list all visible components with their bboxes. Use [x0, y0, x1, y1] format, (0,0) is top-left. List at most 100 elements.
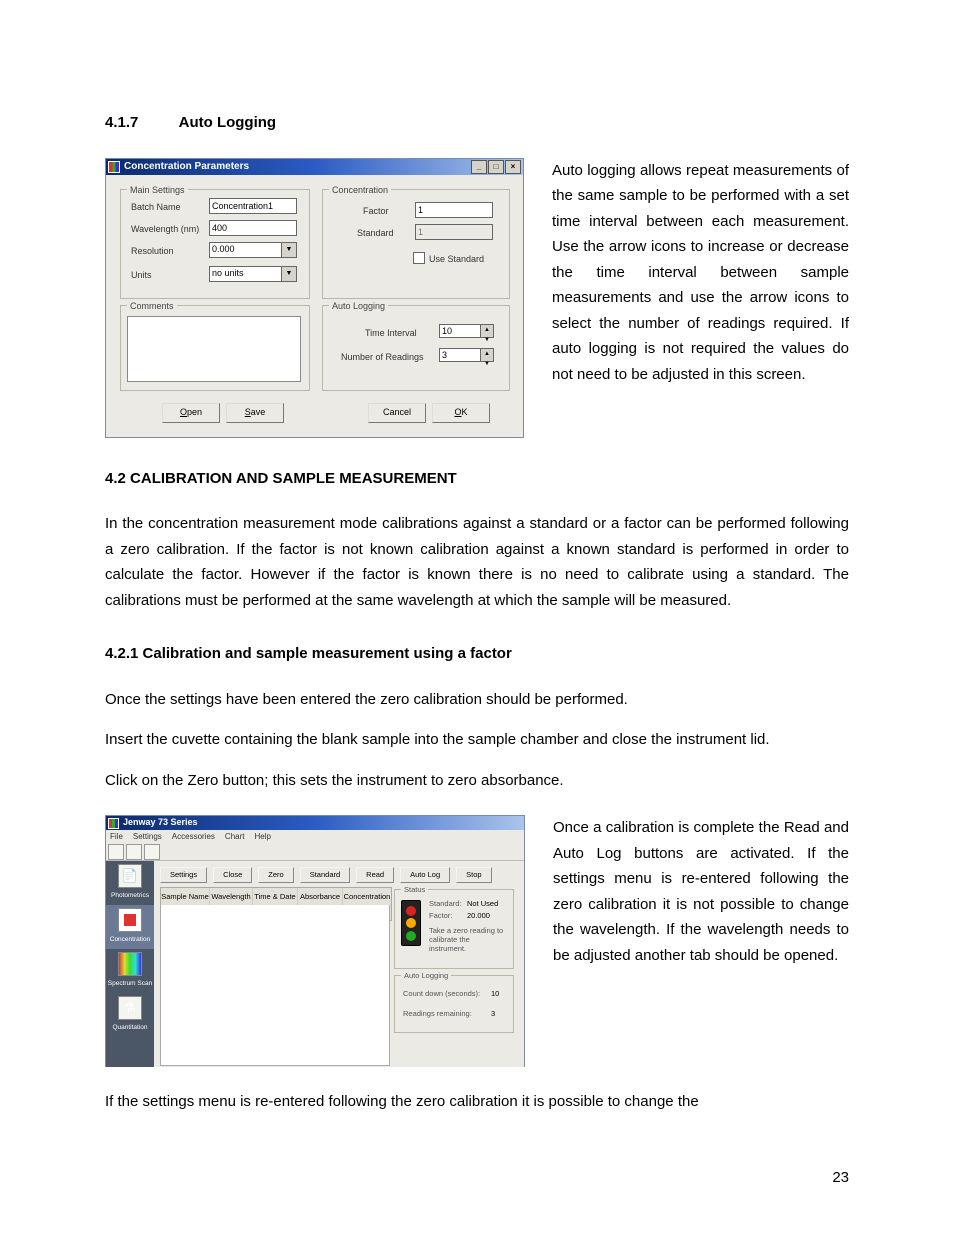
photometrics-icon: 📄 [118, 864, 142, 888]
heading-num: 4.2.1 [105, 645, 138, 662]
wavelength-input[interactable] [209, 220, 297, 236]
group-title: Auto Logging [401, 970, 451, 983]
paragraph: Click on the Zero button; this sets the … [105, 768, 849, 794]
auto-logging-group: Auto Logging Time Interval ▲▼ Number of … [322, 305, 510, 391]
read-button[interactable]: Read [356, 867, 394, 883]
toolbar-icon-1[interactable] [108, 844, 124, 860]
heading-4-2: 4.2 CALIBRATION AND SAMPLE MEASUREMENT [105, 466, 849, 492]
spinner-down-icon[interactable]: ▼ [481, 335, 493, 345]
sidebar-photometrics[interactable]: 📄 Photometrics [106, 861, 154, 905]
spinner-down-icon[interactable]: ▼ [481, 359, 493, 369]
batch-name-input[interactable] [209, 198, 297, 214]
standard-input[interactable] [415, 224, 493, 240]
toolbar-icon-2[interactable] [126, 844, 142, 860]
readings-remaining-value: 3 [491, 1008, 495, 1021]
paragraph: Once the settings have been entered the … [105, 687, 849, 713]
main-settings-group: Main Settings Batch Name Wavelength (nm)… [120, 189, 310, 299]
cancel-button[interactable]: Cancel [368, 403, 426, 423]
page-number: 23 [105, 1165, 849, 1191]
sidebar-spectrum-scan[interactable]: Spectrum Scan [106, 949, 154, 993]
group-title: Main Settings [127, 183, 188, 198]
spinner-up-icon[interactable]: ▲ [481, 325, 493, 335]
group-title: Status [401, 884, 428, 897]
auto-logging-paragraph: Auto logging allows repeat measurements … [552, 158, 849, 438]
group-title: Auto Logging [329, 299, 388, 314]
countdown-value: 10 [491, 988, 499, 1001]
open-button[interactable]: OOpenpen [162, 403, 220, 423]
concentration-icon [118, 908, 142, 932]
number-readings-input[interactable] [439, 348, 481, 362]
menu-file[interactable]: File [110, 830, 123, 844]
status-standard-label: Standard: [429, 898, 462, 911]
paragraph-trailing: If the settings menu is re-entered follo… [105, 1089, 849, 1115]
factor-input[interactable] [415, 202, 493, 218]
jenway-main-window: Jenway 73 Series File Settings Accessori… [105, 815, 525, 1067]
status-group: Status Standard: Not Used Factor: 20.000… [394, 889, 514, 969]
chevron-down-icon: ▼ [281, 243, 296, 257]
app-icon [108, 818, 119, 829]
titlebar: Jenway 73 Series [106, 816, 524, 830]
status-message: Take a zero reading to calibrate the ins… [429, 926, 509, 953]
countdown-label: Count down (seconds): [403, 988, 480, 1001]
units-dropdown[interactable]: no units ▼ [209, 266, 297, 282]
standard-button[interactable]: Standard [300, 867, 350, 883]
group-title: Concentration [329, 183, 391, 198]
use-standard-checkbox[interactable] [413, 252, 425, 264]
menu-accessories[interactable]: Accessories [172, 830, 215, 844]
heading-num: 4.1.7 [105, 110, 175, 136]
menu-chart[interactable]: Chart [225, 830, 245, 844]
readings-remaining-label: Readings remaining: [403, 1008, 472, 1021]
quantitation-icon: ⚗ [118, 996, 142, 1020]
menu-bar: File Settings Accessories Chart Help [106, 830, 524, 844]
toolbar [106, 844, 524, 861]
paragraph-4-2: In the concentration measurement mode ca… [105, 511, 849, 613]
zero-button[interactable]: Zero [258, 867, 293, 883]
maximize-button[interactable]: □ [488, 160, 504, 174]
ok-button[interactable]: OK [432, 403, 490, 423]
spectrum-icon [118, 952, 142, 976]
resolution-dropdown[interactable]: 0.000 ▼ [209, 242, 297, 258]
stop-button[interactable]: Stop [456, 867, 491, 883]
sidebar: 📄 Photometrics Concentration Spectrum Sc… [106, 861, 154, 1067]
window-title: Concentration Parameters [124, 158, 249, 175]
window-title: Jenway 73 Series [123, 815, 198, 830]
units-value: no units [212, 266, 244, 281]
number-readings-spinner[interactable]: ▲▼ [439, 348, 494, 362]
heading-num: 4.2 [105, 470, 126, 487]
status-standard-value: Not Used [467, 898, 498, 911]
units-label: Units [131, 268, 152, 283]
traffic-light-icon [401, 900, 421, 946]
heading-4-2-1: 4.2.1 Calibration and sample measurement… [105, 641, 849, 667]
status-factor-value: 20.000 [467, 910, 490, 923]
concentration-parameters-window: Concentration Parameters _ □ × Main Sett… [105, 158, 524, 438]
menu-help[interactable]: Help [254, 830, 270, 844]
time-interval-input[interactable] [439, 324, 481, 338]
heading-text: CALIBRATION AND SAMPLE MEASUREMENT [130, 470, 457, 487]
close-button[interactable]: Close [213, 867, 252, 883]
time-interval-spinner[interactable]: ▲▼ [439, 324, 494, 338]
close-button[interactable]: × [505, 160, 521, 174]
sidebar-quantitation[interactable]: ⚗ Quantitation [106, 993, 154, 1037]
minimize-button[interactable]: _ [471, 160, 487, 174]
save-button[interactable]: Save [226, 403, 284, 423]
standard-label: Standard [357, 226, 394, 241]
use-standard-label: Use Standard [429, 252, 484, 267]
autologging-group: Auto Logging Count down (seconds): 10 Re… [394, 975, 514, 1033]
spinner-up-icon[interactable]: ▲ [481, 349, 493, 359]
batch-name-label: Batch Name [131, 200, 181, 215]
chevron-down-icon: ▼ [281, 267, 296, 281]
heading-4-1-7: 4.1.7 Auto Logging [105, 110, 849, 136]
autolog-button[interactable]: Auto Log [400, 867, 450, 883]
toolbar-icon-3[interactable] [144, 844, 160, 860]
sidebar-concentration[interactable]: Concentration [106, 905, 154, 949]
app-icon [108, 161, 120, 173]
wavelength-label: Wavelength (nm) [131, 222, 199, 237]
calibration-paragraph: Once a calibration is complete the Read … [553, 815, 849, 1067]
heading-text: Auto Logging [179, 114, 276, 131]
group-title: Comments [127, 299, 177, 314]
comments-textarea[interactable] [127, 316, 301, 382]
menu-settings[interactable]: Settings [133, 830, 162, 844]
concentration-group: Concentration Factor Standard Use Standa… [322, 189, 510, 299]
paragraph: Insert the cuvette containing the blank … [105, 727, 849, 753]
settings-button[interactable]: Settings [160, 867, 207, 883]
